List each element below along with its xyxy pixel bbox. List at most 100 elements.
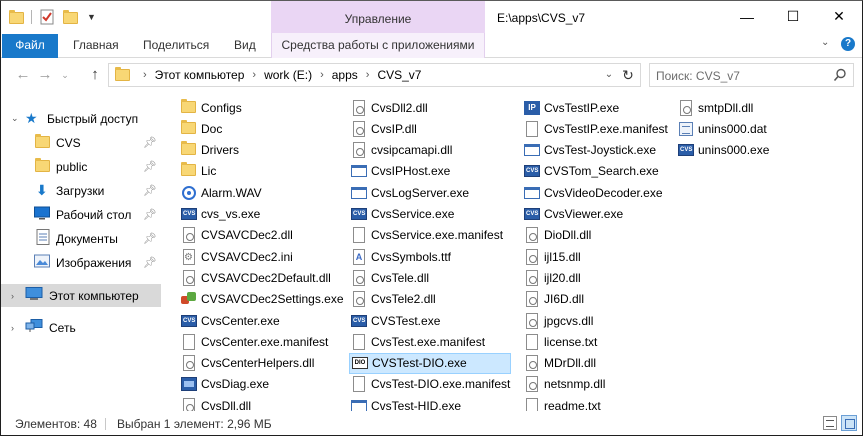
minimize-button[interactable]: — xyxy=(724,1,770,32)
file-item[interactable]: DIO CVSTest-DIO.exe xyxy=(349,352,511,374)
file-item[interactable]: CVSAVCDec2.ini xyxy=(179,246,339,267)
up-arrow-icon[interactable]: ↑ xyxy=(85,65,105,85)
nav-item-cvs[interactable]: CVS 📌︎ xyxy=(1,131,161,154)
nav-item-pictures[interactable]: Изображения 📌︎ xyxy=(1,251,161,274)
search-input[interactable]: Поиск: CVS_v7 xyxy=(649,63,854,87)
file-item[interactable]: DioDll.dll xyxy=(522,225,672,246)
file-item[interactable]: JI6D.dll xyxy=(522,289,672,310)
file-item[interactable]: CVSAVCDec2.dll xyxy=(179,225,339,246)
tab-view[interactable]: Вид xyxy=(234,34,256,58)
context-tab-group: Управление xyxy=(271,1,485,34)
file-item[interactable]: CvsService.exe.manifest xyxy=(349,225,511,246)
nav-item-network[interactable]: › Сеть xyxy=(1,316,161,339)
back-arrow-icon[interactable]: ← xyxy=(13,65,33,85)
chevron-down-icon[interactable]: ⌄ xyxy=(11,113,21,124)
nav-item-desktop[interactable]: Рабочий стол 📌︎ xyxy=(1,203,161,226)
crumb-drive[interactable]: work (E:) xyxy=(264,68,312,82)
crumb-current[interactable]: CVS_v7 xyxy=(377,68,421,82)
file-item[interactable]: unins000.dat xyxy=(676,118,786,139)
file-item[interactable]: jpgcvs.dll xyxy=(522,310,672,331)
file-item[interactable]: Drivers xyxy=(179,140,339,161)
file-item[interactable]: A CvsSymbols.ttf xyxy=(349,246,511,267)
customize-toolbar-icon[interactable]: ▼ xyxy=(87,8,96,26)
file-item[interactable]: CvsVideoDecoder.exe xyxy=(522,182,672,203)
file-item[interactable]: CvsDiag.exe xyxy=(179,374,339,395)
details-view-icon[interactable] xyxy=(823,416,837,430)
nav-item-this-pc[interactable]: › Этот компьютер xyxy=(1,284,161,307)
file-item[interactable]: CvsTest-Joystick.exe xyxy=(522,140,672,161)
tab-share[interactable]: Поделиться xyxy=(143,34,209,58)
address-bar[interactable]: › Этот компьютер › work (E:) › apps › CV… xyxy=(108,63,641,87)
search-icon[interactable] xyxy=(833,68,847,85)
file-item[interactable]: ijl15.dll xyxy=(522,246,672,267)
forward-arrow-icon[interactable]: → xyxy=(35,65,55,85)
file-item[interactable]: CvsLogServer.exe xyxy=(349,182,511,203)
refresh-icon[interactable]: ↻ xyxy=(619,66,637,84)
help-icon[interactable]: ? xyxy=(841,37,855,51)
file-item[interactable]: Configs xyxy=(179,97,339,118)
file-item[interactable]: CvsIP.dll xyxy=(349,118,511,139)
chevron-right-icon[interactable]: › xyxy=(252,69,256,81)
file-item[interactable]: CVSAVCDec2Settings.exe xyxy=(179,289,344,310)
pin-icon[interactable]: 📌︎ xyxy=(143,160,157,173)
maximize-button[interactable]: ☐ xyxy=(770,1,816,32)
nav-item-public[interactable]: public 📌︎ xyxy=(1,155,161,178)
chevron-right-icon[interactable]: › xyxy=(11,323,21,333)
file-item[interactable]: IP CvsTestIP.exe xyxy=(522,97,672,118)
file-item[interactable]: CvsTest.exe.manifest xyxy=(349,331,511,352)
file-name: netsnmp.dll xyxy=(544,377,606,392)
file-item[interactable]: CvsTest-DIO.exe.manifest xyxy=(349,374,511,395)
file-item[interactable]: CvsIPHost.exe xyxy=(349,161,511,182)
tab-file[interactable]: Файл xyxy=(2,34,58,58)
folder-icon[interactable] xyxy=(9,8,24,26)
pin-icon[interactable]: 📌︎ xyxy=(143,184,157,197)
pin-icon[interactable]: 📌︎ xyxy=(143,232,157,245)
dat-file-icon xyxy=(678,121,694,137)
file-name: CvsTest-DIO.exe.manifest xyxy=(371,377,511,392)
file-item[interactable]: CvsCenter.exe.manifest xyxy=(179,331,339,352)
nav-item-downloads[interactable]: ⬇ Загрузки 📌︎ xyxy=(1,179,161,202)
tab-application-tools[interactable]: Средства работы с приложениями xyxy=(271,33,485,58)
file-item[interactable]: CvsDll2.dll xyxy=(349,97,511,118)
file-item[interactable]: CvsCenterHelpers.dll xyxy=(179,353,339,374)
file-item[interactable]: CvsTestIP.exe.manifest xyxy=(522,118,672,139)
file-item[interactable]: ijl20.dll xyxy=(522,267,672,288)
file-item[interactable]: Alarm.WAV xyxy=(179,182,339,203)
pin-icon[interactable]: 📌︎ xyxy=(143,256,157,269)
nav-quick-access[interactable]: ⌄ ★ Быстрый доступ xyxy=(1,107,161,130)
file-item[interactable]: CVSTest.exe xyxy=(349,310,511,331)
nav-item-documents[interactable]: Документы 📌︎ xyxy=(1,227,161,250)
file-item[interactable]: netsnmp.dll xyxy=(522,374,672,395)
expand-ribbon-icon[interactable]: ⌄ xyxy=(821,37,829,48)
file-item[interactable]: CvsTele2.dll xyxy=(349,289,511,310)
pin-icon[interactable]: 📌︎ xyxy=(143,208,157,221)
file-item[interactable]: unins000.exe xyxy=(676,140,786,161)
crumb-this-pc[interactable]: Этот компьютер xyxy=(155,68,245,82)
large-icons-view-icon[interactable] xyxy=(841,415,857,431)
file-item[interactable]: CVSTom_Search.exe xyxy=(522,161,672,182)
file-item[interactable]: license.txt xyxy=(522,331,672,352)
file-item[interactable]: Lic xyxy=(179,161,339,182)
file-item[interactable]: CvsTele.dll xyxy=(349,267,511,288)
new-folder-icon[interactable] xyxy=(63,8,78,26)
crumb-apps[interactable]: apps xyxy=(332,68,358,82)
chevron-right-icon[interactable]: › xyxy=(366,69,370,81)
file-item[interactable]: Doc xyxy=(179,118,339,139)
recent-locations-icon[interactable]: ⌄ xyxy=(59,65,71,85)
file-item[interactable]: MDrDll.dll xyxy=(522,353,672,374)
file-item[interactable]: cvsipcamapi.dll xyxy=(349,140,511,161)
chevron-right-icon[interactable]: › xyxy=(320,69,324,81)
chevron-right-icon[interactable]: › xyxy=(11,291,21,301)
file-item[interactable]: cvs_vs.exe xyxy=(179,204,339,225)
close-button[interactable]: ✕ xyxy=(816,1,862,32)
tab-home[interactable]: Главная xyxy=(73,34,119,58)
file-item[interactable]: CvsService.exe xyxy=(349,204,511,225)
pin-icon[interactable]: 📌︎ xyxy=(143,136,157,149)
file-item[interactable]: CVSAVCDec2Default.dll xyxy=(179,267,339,288)
window-title: E:\apps\CVS_v7 xyxy=(497,11,586,25)
file-item[interactable]: smtpDll.dll xyxy=(676,97,786,118)
chevron-down-icon[interactable]: ⌄ xyxy=(601,68,617,82)
file-item[interactable]: CvsCenter.exe xyxy=(179,310,339,331)
file-item[interactable]: CvsViewer.exe xyxy=(522,204,672,225)
properties-icon[interactable] xyxy=(39,8,55,26)
